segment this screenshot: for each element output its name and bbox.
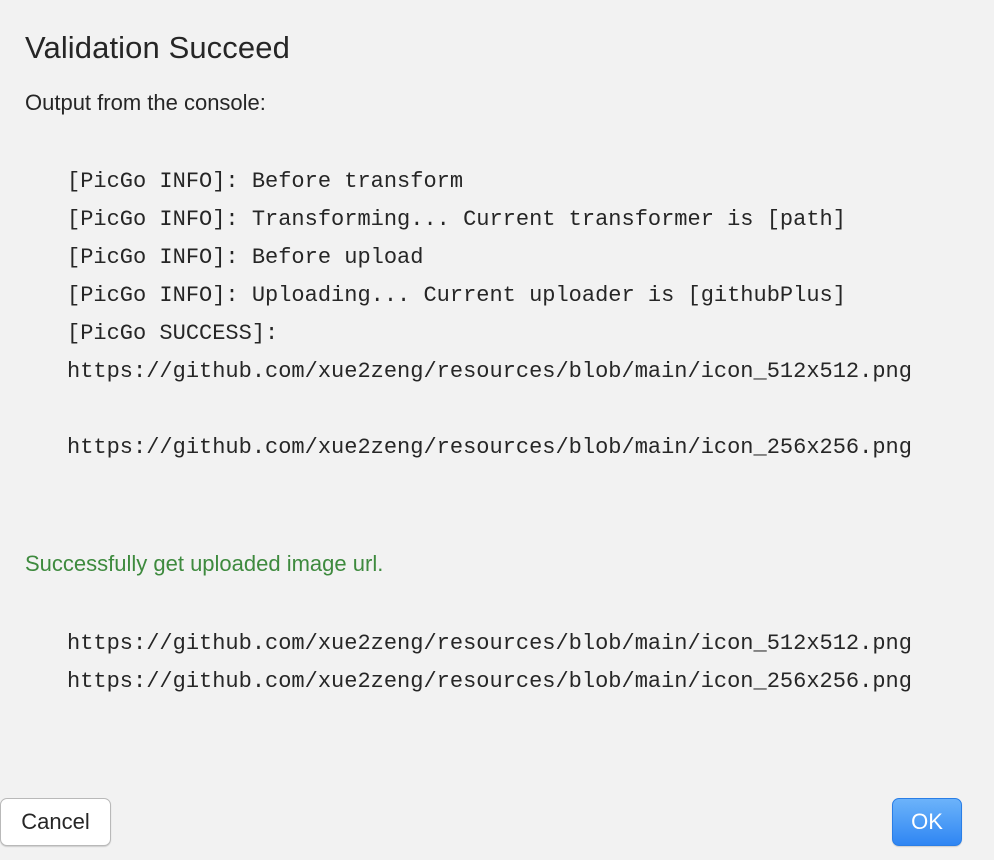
console-output-log: [PicGo INFO]: Before transform [PicGo INF… <box>67 163 968 467</box>
console-line: [PicGo INFO]: Uploading... Current uploa… <box>67 283 846 308</box>
console-line: [PicGo SUCCESS]: <box>67 321 279 346</box>
console-line: [PicGo INFO]: Before transform <box>67 169 464 194</box>
uploaded-url-list: https://github.com/xue2zeng/resources/bl… <box>67 625 968 701</box>
console-line: https://github.com/xue2zeng/resources/bl… <box>67 435 912 460</box>
console-line: [PicGo INFO]: Before upload <box>67 245 424 270</box>
success-message: Successfully get uploaded image url. <box>25 551 384 576</box>
uploaded-url: https://github.com/xue2zeng/resources/bl… <box>67 669 912 694</box>
dialog-title: Validation Succeed <box>25 30 290 65</box>
console-output-heading: Output from the console: <box>25 90 266 115</box>
cancel-button[interactable]: Cancel <box>0 798 111 846</box>
uploaded-url: https://github.com/xue2zeng/resources/bl… <box>67 631 912 656</box>
dialog-scroll-area[interactable]: Output from the console: [PicGo INFO]: B… <box>0 86 968 766</box>
ok-button[interactable]: OK <box>892 798 962 846</box>
console-line: https://github.com/xue2zeng/resources/bl… <box>67 359 912 384</box>
console-line: [PicGo INFO]: Transforming... Current tr… <box>67 207 846 232</box>
